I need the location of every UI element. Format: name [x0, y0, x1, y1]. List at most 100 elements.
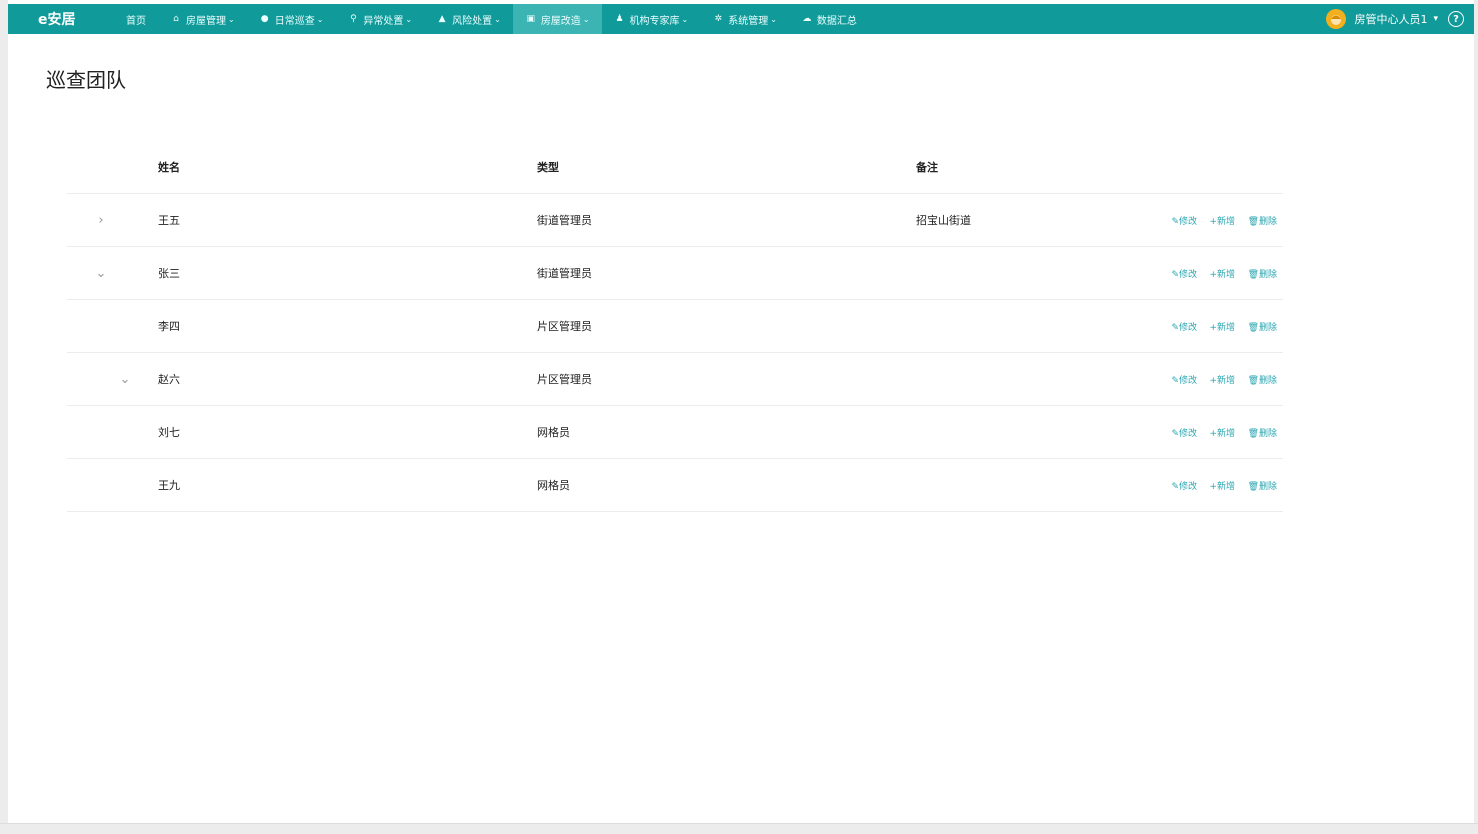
user-area: 房管中心人员1 ▾ ?: [1326, 4, 1464, 34]
cell-name: 王五: [157, 193, 536, 247]
edit-button[interactable]: ✎修改: [1171, 482, 1197, 492]
square-icon: ▣: [526, 14, 536, 24]
cell-actions: ✎修改 +新增 🗑删除: [1137, 405, 1283, 459]
gear-icon: ✲: [714, 14, 722, 24]
nav-item-label: 房屋改造: [540, 15, 581, 27]
nav-item-label: 风险处置: [452, 15, 493, 27]
nav-item-home[interactable]: 首页: [114, 4, 158, 34]
user-name[interactable]: 房管中心人员1: [1354, 11, 1427, 27]
table-row: ⌄ 赵六 片区管理员 ✎修改 +新增 🗑删除: [67, 352, 1283, 406]
header-type: 类型: [536, 141, 915, 194]
cell-expand: ›: [67, 193, 157, 247]
add-button[interactable]: +新增: [1210, 482, 1236, 492]
delete-button[interactable]: 🗑删除: [1248, 270, 1277, 280]
search-icon: ⚲: [350, 14, 357, 24]
cell-note: [915, 352, 1137, 406]
table-row: 王九 网格员 ✎修改 +新增 🗑删除: [67, 458, 1283, 512]
nav-item-label: 日常巡查: [274, 15, 315, 27]
edit-button[interactable]: ✎修改: [1171, 429, 1197, 439]
cell-expand: [67, 299, 157, 353]
header-note: 备注: [915, 141, 1137, 194]
chevron-down-icon: ⌄: [582, 14, 590, 24]
nav-item-housing-renovation[interactable]: ▣ 房屋改造 ⌄: [512, 4, 602, 34]
nav-item-data-summary[interactable]: ☁ 数据汇总: [789, 4, 869, 34]
help-icon[interactable]: ?: [1448, 11, 1464, 27]
chevron-down-icon: ⌄: [494, 14, 501, 24]
user-dropdown-caret-icon[interactable]: ▾: [1433, 14, 1438, 24]
expand-chevron-right-icon[interactable]: ›: [93, 213, 109, 228]
cell-name: 张三: [157, 246, 536, 300]
header-expand: [67, 141, 157, 194]
cell-name: 李四: [157, 299, 536, 353]
nav-item-system-management[interactable]: ✲ 系统管理 ⌄: [700, 4, 789, 34]
window-bottom-border: [0, 823, 1478, 834]
nav-item-exception-handling[interactable]: ⚲ 异常处置 ⌄: [335, 4, 424, 34]
team-tree-table: 姓名 类型 备注 › 王五 街道管理员 招宝山街道 ✎修改 +新增 🗑删除 ⌄ …: [67, 141, 1283, 512]
cell-type: 街道管理员: [536, 193, 915, 247]
collapse-chevron-down-icon[interactable]: ⌄: [93, 266, 109, 281]
user-icon: ♟: [615, 14, 624, 24]
delete-button[interactable]: 🗑删除: [1248, 323, 1277, 333]
nav-item-expert-library[interactable]: ♟ 机构专家库 ⌄: [602, 4, 701, 34]
add-button[interactable]: +新增: [1210, 429, 1236, 439]
nav-item-housing-management[interactable]: ⌂ 房屋管理 ⌄: [158, 4, 247, 34]
page-title: 巡查团队: [46, 68, 126, 92]
avatar[interactable]: [1326, 9, 1347, 29]
cell-actions: ✎修改 +新增 🗑删除: [1137, 193, 1283, 247]
edit-button[interactable]: ✎修改: [1171, 376, 1197, 386]
cell-type: 网格员: [536, 458, 915, 512]
dashboard-icon: ☁: [802, 14, 812, 24]
cell-note: [915, 458, 1137, 512]
cell-name: 刘七: [157, 405, 536, 459]
add-button[interactable]: +新增: [1210, 217, 1236, 227]
cell-expand: ⌄: [67, 246, 157, 300]
cell-note: [915, 405, 1137, 459]
cell-expand: ⌄: [67, 352, 157, 406]
chevron-down-icon: ⌄: [681, 14, 689, 24]
table-row: 李四 片区管理员 ✎修改 +新增 🗑删除: [67, 299, 1283, 353]
delete-button[interactable]: 🗑删除: [1248, 429, 1277, 439]
cell-type: 街道管理员: [536, 246, 915, 300]
table-row: › 王五 街道管理员 招宝山街道 ✎修改 +新增 🗑删除: [67, 193, 1283, 247]
edit-button[interactable]: ✎修改: [1171, 270, 1197, 280]
window-right-border: [1474, 0, 1478, 834]
cell-note: 招宝山街道: [915, 193, 1137, 247]
chevron-down-icon: ⌄: [316, 14, 324, 24]
nav-item-label: 首页: [126, 15, 146, 27]
header-name: 姓名: [157, 141, 536, 194]
cell-type: 片区管理员: [536, 352, 915, 406]
table-row: 刘七 网格员 ✎修改 +新增 🗑删除: [67, 405, 1283, 459]
top-navbar: e安居 首页 ⌂ 房屋管理 ⌄ ● 日常巡查 ⌄ ⚲ 异常处置 ⌄ ▲ 风险处置…: [8, 4, 1474, 34]
delete-button[interactable]: 🗑删除: [1248, 217, 1277, 227]
cell-actions: ✎修改 +新增 🗑删除: [1137, 352, 1283, 406]
cell-expand: [67, 458, 157, 512]
add-button[interactable]: +新增: [1210, 270, 1236, 280]
delete-button[interactable]: 🗑删除: [1248, 482, 1277, 492]
header-actions: [1137, 141, 1283, 194]
collapse-chevron-down-icon[interactable]: ⌄: [117, 372, 133, 387]
worker-helmet-icon: [1331, 15, 1342, 25]
edit-button[interactable]: ✎修改: [1171, 217, 1197, 227]
cell-expand: [67, 405, 157, 459]
cell-name: 王九: [157, 458, 536, 512]
brand-logo[interactable]: e安居: [38, 9, 114, 29]
nav-item-daily-inspection[interactable]: ● 日常巡查 ⌄: [247, 4, 336, 34]
table-row: ⌄ 张三 街道管理员 ✎修改 +新增 🗑删除: [67, 246, 1283, 300]
nav-item-label: 异常处置: [363, 15, 404, 27]
cell-name: 赵六: [157, 352, 536, 406]
cell-type: 片区管理员: [536, 299, 915, 353]
edit-button[interactable]: ✎修改: [1171, 323, 1197, 333]
cell-type: 网格员: [536, 405, 915, 459]
table-header-row: 姓名 类型 备注: [67, 141, 1283, 194]
cell-actions: ✎修改 +新增 🗑删除: [1137, 458, 1283, 512]
add-button[interactable]: +新增: [1210, 376, 1236, 386]
nav-item-label: 数据汇总: [816, 15, 857, 27]
home-icon: ⌂: [173, 14, 179, 24]
chevron-down-icon: ⌄: [770, 14, 777, 24]
nav-item-risk-handling[interactable]: ▲ 风险处置 ⌄: [424, 4, 513, 34]
delete-button[interactable]: 🗑删除: [1248, 376, 1277, 386]
nav-item-label: 机构专家库: [629, 15, 680, 27]
add-button[interactable]: +新增: [1210, 323, 1236, 333]
warning-icon: ▲: [438, 14, 446, 24]
nav-item-label: 房屋管理: [186, 15, 226, 27]
